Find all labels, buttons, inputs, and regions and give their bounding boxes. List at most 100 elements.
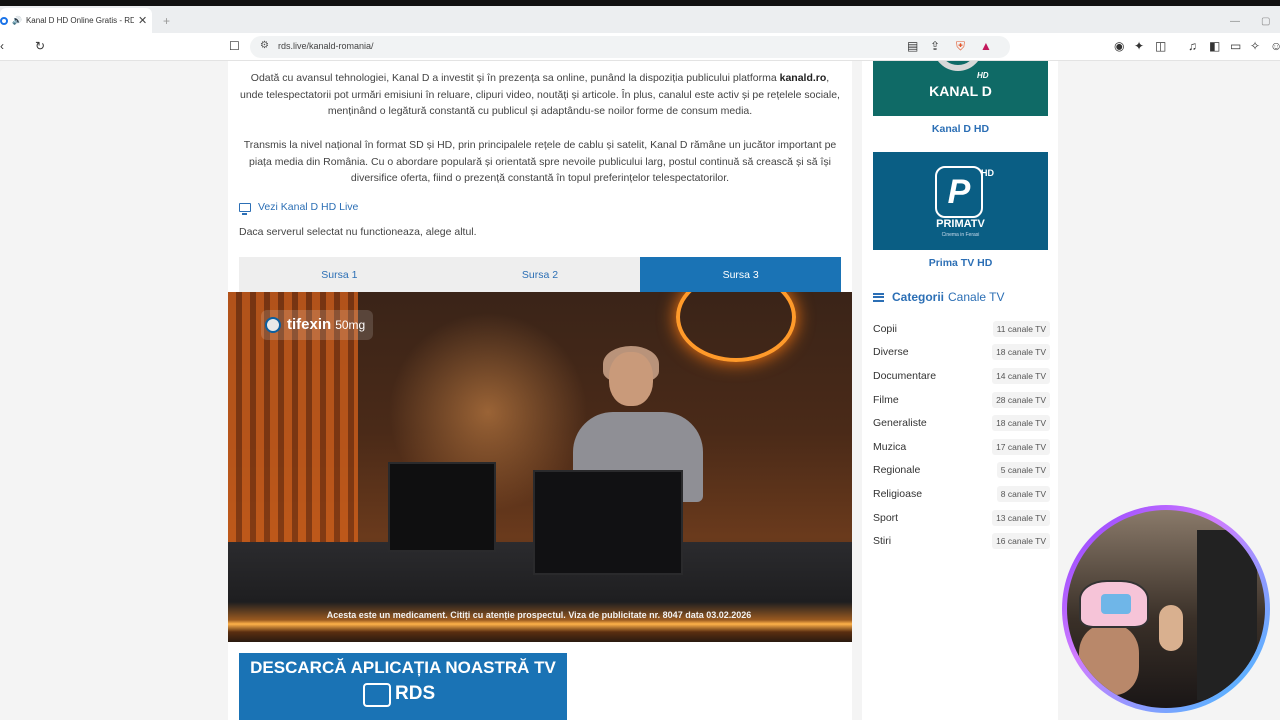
site-settings-icon[interactable]: ⚙ [260, 40, 269, 51]
cap-patch [1101, 594, 1131, 614]
server-hint: Daca serverul selectat nu functioneaza, … [239, 226, 477, 238]
channel-logo-kanal-d: HD KANAL D [873, 61, 1048, 116]
category-item-stiri[interactable]: Stiri 16 canale TV [873, 529, 1050, 553]
prima-tv-tagline: Cinema in Ferasi [941, 232, 980, 238]
ad-dose: 50mg [335, 318, 366, 332]
tab-source-1[interactable]: Sursa 1 [239, 257, 440, 292]
main-content: Odată cu avansul tehnologiei, Kanal D a … [228, 61, 852, 720]
profile-icon[interactable]: ☺ [1270, 39, 1280, 53]
category-name: Religioase [873, 487, 923, 500]
media-controls-icon[interactable]: ♫ [1188, 39, 1197, 53]
categories-heading-bold: Categorii [892, 290, 945, 304]
channel-label-kanal-d[interactable]: Kanal D HD [873, 123, 1048, 135]
promo-brand: RDS [395, 683, 436, 704]
video-player[interactable]: tifexin 50mg Acesta este un medicament. … [228, 292, 852, 642]
browser-toolbar: ‹ ↻ ☐ ⚙ rds.live/kanald-romania/ ▤ ⇪ ⛨ ▲… [0, 33, 1280, 61]
category-item-documentare[interactable]: Documentare 14 canale TV [873, 364, 1050, 388]
monitor-icon [239, 202, 251, 215]
categories-heading-rest: Canale TV [948, 290, 1005, 304]
promo-title: DESCARCĂ APLICAȚIA NOASTRĂ TV [250, 658, 556, 677]
new-tab-button[interactable]: + [163, 14, 170, 28]
reader-mode-icon[interactable]: ▤ [907, 39, 918, 53]
leo-ai-icon[interactable]: ✧ [1250, 39, 1260, 53]
category-name: Generaliste [873, 417, 927, 430]
kanald-site-link[interactable]: kanald.ro [780, 72, 827, 84]
host-head [609, 352, 653, 406]
address-bar[interactable]: ⚙ rds.live/kanald-romania/ [250, 36, 1010, 58]
back-icon[interactable]: ‹ [0, 39, 4, 53]
channel-card-prima-tv[interactable]: P HD PRIMATV Cinema in Ferasi Prima TV H… [873, 152, 1048, 269]
prima-tv-logo-icon: P [935, 166, 983, 218]
app-promo-banner[interactable]: DESCARCĂ APLICAȚIA NOASTRĂ TV RDS [239, 653, 567, 720]
category-count: 14 canale TV [992, 367, 1050, 384]
tv-icon [363, 683, 391, 707]
wallet-icon[interactable]: ▭ [1230, 39, 1241, 53]
category-count: 17 canale TV [992, 438, 1050, 455]
webcam-feed [1067, 510, 1265, 708]
background-shelf [1197, 530, 1257, 700]
category-list: Copii 11 canale TV Diverse 18 canale TV Do… [873, 317, 1050, 553]
sidebar: HD KANAL D Kanal D HD P HD PRIMATV Cinem… [862, 61, 1058, 720]
rewards-triangle-icon[interactable]: ▲ [980, 39, 992, 53]
category-name: Stiri [873, 535, 892, 548]
category-item-religioase[interactable]: Religioase 8 canale TV [873, 482, 1050, 506]
category-name: Muzica [873, 440, 907, 453]
article-paragraph-2: Transmis la nivel național în format SD … [243, 139, 837, 185]
share-icon[interactable]: ⇪ [930, 39, 940, 53]
watch-live-label: Vezi Kanal D HD Live [258, 201, 359, 213]
category-item-copii[interactable]: Copii 11 canale TV [873, 317, 1050, 341]
category-item-diverse[interactable]: Diverse 18 canale TV [873, 341, 1050, 365]
screenshot-icon[interactable]: ◫ [1155, 39, 1166, 53]
channel-card-kanal-d[interactable]: HD KANAL D Kanal D HD [873, 61, 1048, 135]
bookmark-icon[interactable]: ☐ [229, 39, 240, 53]
category-item-sport[interactable]: Sport 13 canale TV [873, 506, 1050, 530]
category-count: 11 canale TV [992, 320, 1050, 337]
sidebar-toggle-icon[interactable]: ◧ [1209, 39, 1220, 53]
browser-tab-active[interactable]: 🔊 Kanal D HD Online Gratis - RDS ✕ [0, 8, 152, 33]
channel-logo-prima-tv: P HD PRIMATV Cinema in Ferasi [873, 152, 1048, 250]
reload-icon[interactable]: ↻ [35, 39, 45, 53]
category-name: Copii [873, 322, 897, 335]
ad-logo-badge: tifexin 50mg [261, 310, 374, 340]
prima-tv-logo-text: PRIMATV [936, 218, 985, 230]
minimize-icon[interactable]: — [1230, 16, 1240, 27]
streamer-hand [1159, 605, 1183, 651]
brave-shield-icon[interactable]: ⛨ [956, 39, 965, 53]
address-url: rds.live/kanald-romania/ [278, 41, 374, 51]
streamer-cap [1079, 580, 1149, 628]
kanal-d-hd-badge: HD [977, 71, 989, 80]
category-item-generaliste[interactable]: Generaliste 18 canale TV [873, 411, 1050, 435]
extension-icon[interactable]: ◉ [1114, 39, 1124, 53]
maximize-icon[interactable]: ▢ [1261, 16, 1270, 27]
category-name: Filme [873, 393, 899, 406]
kanal-d-logo-icon [933, 61, 983, 71]
studio-host [573, 346, 703, 502]
categories-heading: Categorii Canale TV [873, 290, 1005, 304]
category-item-regionale[interactable]: Regionale 5 canale TV [873, 459, 1050, 483]
streamer-webcam-overlay [1062, 505, 1270, 713]
browser-tab-bar: 🔊 Kanal D HD Online Gratis - RDS ✕ + — ▢ [0, 6, 1280, 33]
ad-brand: tifexin [287, 316, 332, 333]
ad-disclaimer: Acesta este un medicament. Citiți cu ate… [326, 610, 752, 620]
category-item-filme[interactable]: Filme 28 canale TV [873, 388, 1050, 412]
category-name: Diverse [873, 346, 909, 359]
close-tab-icon[interactable]: ✕ [138, 14, 147, 27]
speaker-icon[interactable]: 🔊 [12, 16, 22, 25]
paragraph-1-text-a: Odată cu avansul tehnologiei, Kanal D a … [250, 72, 780, 84]
tab-source-3[interactable]: Sursa 3 [640, 257, 842, 292]
category-count: 13 canale TV [992, 509, 1050, 526]
channel-label-prima-tv[interactable]: Prima TV HD [873, 257, 1048, 269]
category-count: 18 canale TV [992, 415, 1050, 432]
category-count: 5 canale TV [996, 462, 1050, 479]
tab-title: Kanal D HD Online Gratis - RDS [25, 16, 134, 25]
tab-source-2[interactable]: Sursa 2 [440, 257, 641, 292]
category-item-muzica[interactable]: Muzica 17 canale TV [873, 435, 1050, 459]
streamer-face [1079, 625, 1139, 695]
watch-live-link[interactable]: Vezi Kanal D HD Live [239, 201, 359, 215]
article-paragraph-1: Odată cu avansul tehnologiei, Kanal D a … [240, 70, 840, 120]
site-favicon-icon [0, 16, 8, 25]
source-tabs: Sursa 1 Sursa 2 Sursa 3 [239, 257, 842, 292]
puzzle-extensions-icon[interactable]: ✦ [1134, 39, 1144, 53]
category-count: 18 canale TV [992, 344, 1050, 361]
category-name: Documentare [873, 369, 937, 382]
